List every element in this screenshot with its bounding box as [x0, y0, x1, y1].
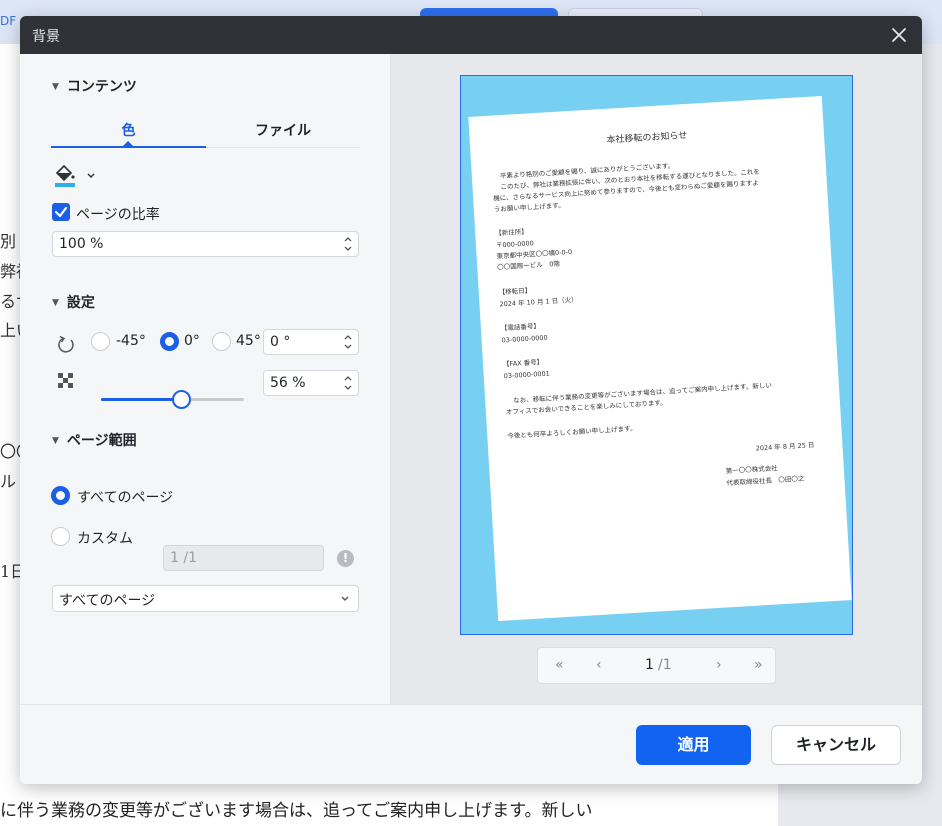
- custom-range-radio[interactable]: [51, 527, 70, 546]
- opacity-slider-handle[interactable]: [171, 390, 191, 409]
- chevron-down-icon: [341, 596, 349, 601]
- doc-fragment: ル: [0, 472, 17, 491]
- scale-input[interactable]: 100 %: [52, 231, 359, 257]
- rotate-45-label: 45°: [236, 333, 261, 349]
- preview-area: 本社移転のお知らせ 平素より格別のご愛顧を賜り、誠にありがとうございます。 この…: [391, 54, 922, 704]
- tab-indicator: [123, 141, 133, 146]
- doc-line: 【移転日】: [498, 286, 532, 297]
- rotation-input[interactable]: 0 °: [263, 329, 359, 355]
- all-pages-label: すべてのページ: [77, 490, 174, 506]
- doc-line: 〇〇国際ービル 0階: [497, 259, 561, 272]
- page-ratio-label: ページの比率: [76, 207, 160, 223]
- doc-line: 【新住所】: [495, 227, 528, 238]
- opacity-icon: [58, 373, 74, 389]
- stepper-icon[interactable]: [343, 234, 353, 254]
- stepper-icon[interactable]: [343, 332, 353, 352]
- next-page-button[interactable]: ›: [716, 657, 722, 673]
- toolbar-text: DF: [0, 14, 17, 28]
- page-range-select[interactable]: すべてのページ: [52, 585, 359, 612]
- background-dialog: 背景 ▼ コンテンツ 色 ファイル ページの比率 100 % ▼ 設定 -45°…: [20, 16, 922, 784]
- color-picker-button[interactable]: [53, 162, 103, 188]
- all-pages-radio[interactable]: [51, 486, 70, 505]
- doc-line: 今後とも何卒よろしくお願い申し上げます。: [507, 424, 637, 441]
- tab-file[interactable]: ファイル: [206, 120, 360, 148]
- page-range-heading-label: ページ範囲: [66, 433, 137, 449]
- custom-range-label: カスタム: [77, 531, 133, 547]
- page-range-select-value: すべてのページ: [59, 593, 156, 609]
- opacity-input[interactable]: 56 %: [263, 370, 359, 396]
- doc-date: 2024 年 8 月 25 日: [755, 441, 815, 453]
- collapse-caret-icon: ▼: [52, 436, 59, 446]
- stepper-icon[interactable]: [343, 373, 353, 393]
- page-total: /1: [658, 657, 672, 673]
- preview-document: 本社移転のお知らせ 平素より格別のご愛顧を賜り、誠にありがとうございます。 この…: [468, 95, 852, 622]
- rotate-45-radio[interactable]: [212, 332, 231, 351]
- prev-page-button[interactable]: ‹: [596, 657, 602, 673]
- paint-bucket-icon: [55, 164, 75, 187]
- apply-button[interactable]: 適用: [636, 725, 751, 765]
- doc-line: 03-0000-0000: [501, 333, 548, 345]
- rotation-value: 0 °: [270, 334, 291, 350]
- info-icon[interactable]: !: [337, 550, 354, 567]
- rotate-0-radio[interactable]: [160, 332, 179, 351]
- first-page-button[interactable]: «: [555, 657, 564, 673]
- close-icon[interactable]: [888, 24, 910, 46]
- cancel-button[interactable]: キャンセル: [771, 725, 901, 765]
- current-page[interactable]: 1: [645, 657, 654, 673]
- rotate-0-label: 0°: [184, 333, 200, 349]
- collapse-caret-icon: ▼: [52, 82, 59, 92]
- rotate-icon: [58, 335, 74, 353]
- rotate-minus45-label: -45°: [116, 333, 146, 349]
- doc-title: 本社移転のお知らせ: [606, 131, 688, 146]
- doc-visible-line: に伴う業務の変更等がございます場合は、追ってご案内申し上げます。新しい: [0, 801, 593, 821]
- last-page-button[interactable]: »: [754, 657, 763, 673]
- contents-heading[interactable]: ▼ コンテンツ: [52, 76, 137, 96]
- collapse-caret-icon: ▼: [52, 298, 59, 308]
- opacity-value: 56 %: [270, 375, 306, 391]
- doc-fragment: 別: [0, 232, 17, 251]
- dialog-title: 背景: [32, 29, 60, 45]
- doc-line: 03-0000-0001: [503, 369, 550, 381]
- settings-heading-label: 設定: [66, 295, 95, 311]
- settings-panel: ▼ コンテンツ 色 ファイル ページの比率 100 % ▼ 設定 -45° 0°…: [20, 54, 391, 704]
- rotate-minus45-radio[interactable]: [91, 332, 110, 351]
- settings-heading[interactable]: ▼ 設定: [52, 292, 95, 312]
- page-ratio-checkbox[interactable]: [52, 203, 70, 221]
- scale-value: 100 %: [59, 236, 104, 252]
- dialog-titlebar: 背景: [20, 16, 922, 54]
- chevron-down-icon: [87, 173, 95, 179]
- contents-heading-label: コンテンツ: [66, 79, 137, 95]
- opacity-slider-fill: [101, 398, 182, 401]
- dialog-footer: 適用 キャンセル: [20, 704, 922, 784]
- checkmark-icon: [54, 206, 68, 218]
- page-navigator: « ‹ 1 /1 › »: [537, 647, 776, 684]
- page-preview: 本社移転のお知らせ 平素より格別のご愛顧を賜り、誠にありがとうございます。 この…: [460, 75, 853, 635]
- page-range-heading[interactable]: ▼ ページ範囲: [52, 430, 137, 450]
- custom-range-input[interactable]: 1 /1: [163, 545, 324, 571]
